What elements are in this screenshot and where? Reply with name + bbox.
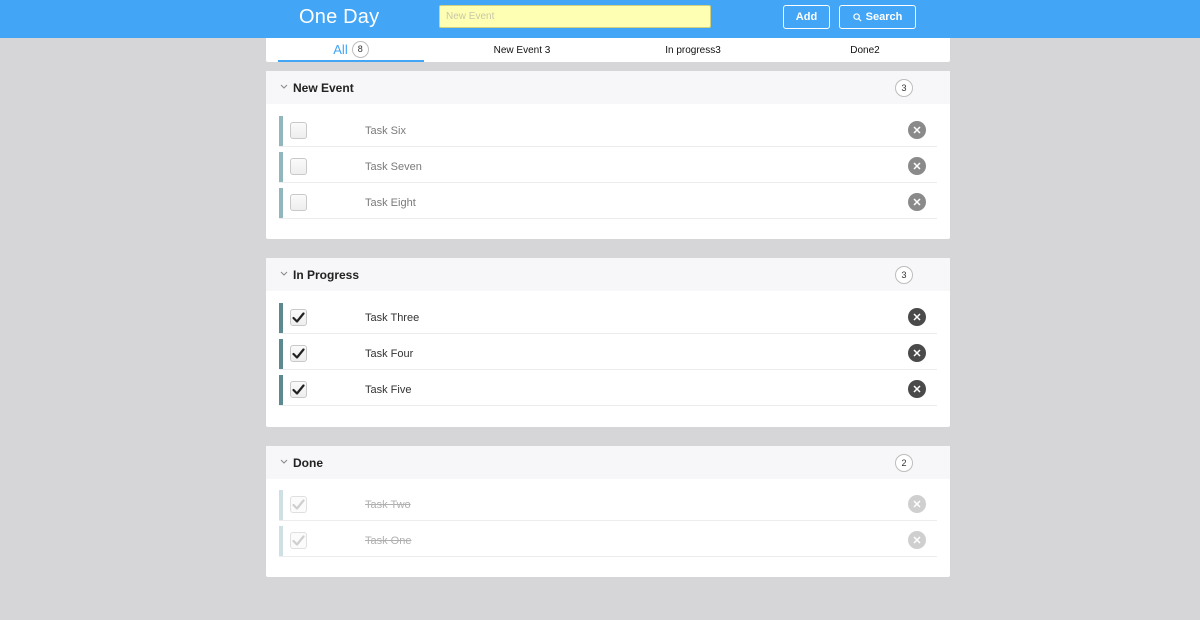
task-row: Task One [279, 526, 937, 557]
task-status-bar [279, 116, 283, 146]
checkmark-icon [292, 312, 305, 323]
task-status-bar [279, 490, 283, 520]
add-button[interactable]: Add [783, 5, 830, 29]
search-icon [852, 12, 862, 22]
group-count-badge: 3 [895, 79, 913, 97]
task-status-bar [279, 303, 283, 333]
task-row: Task Three [279, 303, 937, 334]
delete-button[interactable] [908, 380, 926, 398]
add-button-label: Add [795, 11, 818, 23]
chevron-down-icon[interactable] [280, 84, 288, 89]
app-title: One Day [299, 6, 380, 28]
close-icon [913, 126, 921, 134]
task-status-bar [279, 152, 283, 182]
task-checkbox[interactable] [290, 122, 307, 139]
new-event-input[interactable] [439, 5, 711, 28]
checkmark-icon [292, 499, 305, 510]
close-icon [913, 536, 921, 544]
delete-button[interactable] [908, 308, 926, 326]
tab-all-count: 8 [351, 40, 369, 58]
group-header[interactable]: In Progress 3 [266, 258, 950, 291]
checkmark-icon [292, 535, 305, 546]
group-title: In Progress [293, 268, 360, 282]
chevron-down-icon[interactable] [280, 271, 288, 276]
tab-in-progress[interactable]: In progress3 [624, 38, 762, 62]
task-label: Task Two [365, 499, 411, 511]
close-icon [913, 313, 921, 321]
task-row: Task Eight [279, 188, 937, 219]
close-icon [913, 385, 921, 393]
task-checkbox[interactable] [290, 496, 307, 513]
search-button-label: Search [865, 11, 903, 23]
task-label: Task Seven [365, 161, 422, 173]
task-row: Task Five [279, 375, 937, 406]
task-checkbox[interactable] [290, 158, 307, 175]
task-checkbox[interactable] [290, 345, 307, 362]
task-label: Task Four [365, 348, 414, 360]
task-label: Task Eight [365, 197, 416, 209]
task-checkbox[interactable] [290, 194, 307, 211]
tab-done-label: Done2 [850, 44, 880, 56]
filter-tabs: All 8 New Event 3 In progress3 Done2 [266, 38, 950, 62]
task-label: Task Five [365, 384, 412, 396]
delete-button[interactable] [908, 121, 926, 139]
task-label: Task One [365, 535, 412, 547]
task-status-bar [279, 375, 283, 405]
close-icon [913, 162, 921, 170]
task-row: Task Two [279, 490, 937, 521]
task-checkbox[interactable] [290, 381, 307, 398]
close-icon [913, 349, 921, 357]
group-in-progress: In Progress 3 Task Three Task Four Task … [266, 258, 950, 427]
chevron-down-icon[interactable] [280, 459, 288, 464]
task-row: Task Four [279, 339, 937, 370]
group-title: New Event [293, 81, 354, 95]
group-header[interactable]: Done 2 [266, 446, 950, 479]
task-status-bar [279, 339, 283, 369]
app-header: One Day Add Search [0, 0, 1200, 38]
delete-button[interactable] [908, 531, 926, 549]
close-icon [913, 198, 921, 206]
task-checkbox[interactable] [290, 309, 307, 326]
tab-all-label: All [333, 41, 348, 57]
tab-new-event-label: New Event 3 [493, 44, 551, 56]
delete-button[interactable] [908, 157, 926, 175]
tab-done[interactable]: Done2 [796, 38, 934, 62]
task-row: Task Seven [279, 152, 937, 183]
tab-new-event[interactable]: New Event 3 [452, 38, 592, 62]
task-status-bar [279, 526, 283, 556]
task-label: Task Three [365, 312, 420, 324]
tab-in-progress-label: In progress3 [665, 44, 721, 56]
delete-button[interactable] [908, 495, 926, 513]
close-icon [913, 500, 921, 508]
task-label: Task Six [365, 125, 406, 137]
group-new-event: New Event 3 Task Six Task Seven Task Eig… [266, 71, 950, 239]
checkmark-icon [292, 348, 305, 359]
group-title: Done [293, 456, 323, 470]
delete-button[interactable] [908, 344, 926, 362]
search-button[interactable]: Search [839, 5, 916, 29]
checkmark-icon [292, 384, 305, 395]
task-checkbox[interactable] [290, 532, 307, 549]
group-count-badge: 2 [895, 454, 913, 472]
task-row: Task Six [279, 116, 937, 147]
group-done: Done 2 Task Two Task One [266, 446, 950, 577]
delete-button[interactable] [908, 193, 926, 211]
group-count-badge: 3 [895, 266, 913, 284]
group-header[interactable]: New Event 3 [266, 71, 950, 104]
tab-all[interactable]: All 8 [278, 38, 424, 62]
task-status-bar [279, 188, 283, 218]
